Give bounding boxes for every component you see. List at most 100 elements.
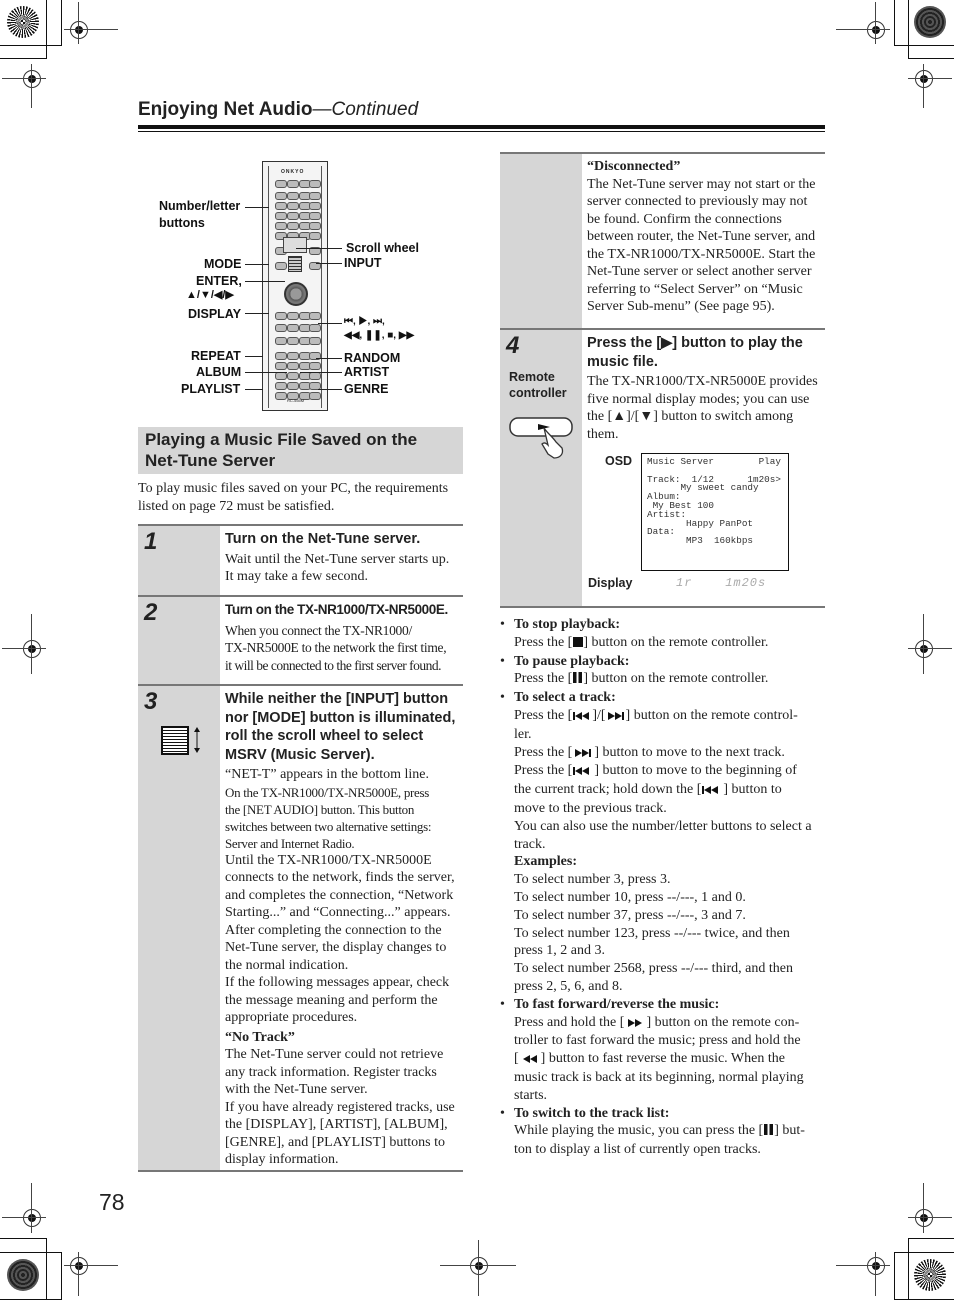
section-heading-text: Playing a Music File Saved on the Net-Tun… xyxy=(145,429,417,471)
tip-fast-forward-reverse: To fast forward/reverse the music: Press… xyxy=(499,996,829,1105)
playback-tips-list: To stop playback: Press the [] button on… xyxy=(499,616,829,1159)
tip-text: While playing the music, you can press t… xyxy=(514,1122,829,1141)
text-fragment: ]/[ xyxy=(592,707,606,723)
osd-label: OSD xyxy=(605,454,633,468)
remote-button xyxy=(287,324,299,332)
leader-line xyxy=(245,389,263,390)
step-number: 2 xyxy=(144,599,158,626)
remote-button xyxy=(309,202,321,210)
osd-screen: Music Server Play Track: 1/12 1m20s> My … xyxy=(641,453,789,571)
step-text: with the Net-Tune server. xyxy=(225,1082,368,1097)
step-body: While neither the [INPUT] button nor [MO… xyxy=(225,690,467,1169)
step-title-line: MSRV (Music Server). xyxy=(225,746,375,763)
step-text: be found. Confirm the connections xyxy=(587,211,782,227)
step-text: Net-Tune server, the display changes to xyxy=(225,940,447,955)
tip-text: Press the [] button to move to the next … xyxy=(514,744,829,763)
remote-lcd xyxy=(283,237,307,253)
step-text: connects to the network, finds the serve… xyxy=(225,870,455,885)
example-line: press 1, 2 and 3. xyxy=(514,943,605,959)
remote-button xyxy=(275,180,287,188)
step-title-line: While neither the [INPUT] button xyxy=(225,691,449,707)
tip-text: ler. xyxy=(514,726,532,742)
text-fragment: the current track; hold down the [ xyxy=(514,782,702,798)
registration-mark xyxy=(470,1257,488,1275)
step-title-line: music file. xyxy=(587,353,658,370)
heading-line-1: Playing a Music File Saved on the xyxy=(145,430,418,449)
tip-text: starts. xyxy=(514,1087,548,1103)
step-1: 1 Turn on the Net-Tune server. Wait unti… xyxy=(138,524,463,596)
tip-text: [] button to fast reverse the music. Whe… xyxy=(514,1050,829,1069)
leader-line xyxy=(318,389,342,390)
text-fragment: ] button on the remote controller. xyxy=(583,634,769,650)
crop-line xyxy=(78,2,79,44)
label-transport-1: ⏮, ▶, ⏭, xyxy=(344,316,385,327)
crop-line xyxy=(875,2,876,44)
label-mode: MODE xyxy=(204,257,242,271)
remote-button xyxy=(309,372,321,380)
heading-line-2: Net-Tune Server xyxy=(145,451,276,470)
crop-line xyxy=(836,29,890,30)
step-table-bottom-rule xyxy=(138,1170,463,1172)
remote-button xyxy=(287,352,299,360)
remote-button xyxy=(287,212,299,220)
step-text: Until the TX-NR1000/TX-NR5000E xyxy=(225,852,432,868)
leader-line xyxy=(245,207,269,208)
section-intro: To play music files saved on your PC, th… xyxy=(138,480,465,515)
crop-line xyxy=(78,1252,79,1296)
remote-controller-illustration: ONKYO RC-555M xyxy=(262,161,328,411)
remote-button xyxy=(309,192,321,200)
registration-mark xyxy=(70,21,88,39)
step-number: 3 xyxy=(144,688,158,715)
stop-icon xyxy=(572,635,584,653)
label-album: ALBUM xyxy=(196,365,242,379)
tip-text: ton to display a list of currently open … xyxy=(514,1142,761,1158)
step-text: the message meaning and perform the xyxy=(225,992,438,1008)
step-text: the [▲]/[▼] button to switch among xyxy=(587,409,794,424)
up-down-arrow-icon xyxy=(194,727,200,753)
text-fragment: Press and hold the [ xyxy=(514,1014,625,1030)
page-header-title: Enjoying Net Audio—Continued xyxy=(138,99,418,121)
step-body: Turn on the Net-Tune server. Wait until … xyxy=(225,530,465,586)
step-text: them. xyxy=(587,426,619,442)
display-readout: 1r 1m20s xyxy=(676,576,767,590)
step-title: Press the [▶] button to play the music f… xyxy=(587,334,829,371)
step-text: between router, the Net-Tune server, and xyxy=(587,229,816,244)
text-fragment: Press the [ xyxy=(514,744,573,760)
remote-button xyxy=(309,392,321,400)
step-text: five normal display modes; you can use xyxy=(587,391,810,407)
text-fragment: ] button to xyxy=(723,782,782,798)
crop-line xyxy=(908,1217,952,1218)
crop-line xyxy=(64,1265,118,1266)
step-3-continued: “Disconnected” The Net-Tune server may n… xyxy=(500,152,825,329)
step-title: Turn on the Net-Tune server. xyxy=(225,531,421,547)
remote-button xyxy=(309,312,321,320)
remote-button xyxy=(287,312,299,320)
step-2: 2 Turn on the TX-NR1000/TX-NR5000E. When… xyxy=(138,595,463,685)
previous-track-icon xyxy=(572,708,592,726)
side-label-line: Remote xyxy=(509,370,555,384)
remote-button xyxy=(275,202,287,210)
previous-track-icon xyxy=(572,763,594,781)
text-fragment: ] button to move to the beginning of xyxy=(594,763,797,779)
next-track-icon xyxy=(572,745,594,763)
tip-select-track: To select a track: Press the []/[] butto… xyxy=(499,689,829,996)
step-number: 4 xyxy=(506,332,520,359)
message-title-disconnected: “Disconnected” xyxy=(587,159,681,174)
remote-button xyxy=(309,222,321,230)
text-fragment: Press the [ xyxy=(514,634,573,650)
leader-line xyxy=(245,356,263,357)
text-fragment: Press the [ xyxy=(514,671,573,687)
remote-button xyxy=(287,372,299,380)
leader-line xyxy=(316,263,342,264)
step-text: After completing the connection to the xyxy=(225,922,442,938)
crop-line xyxy=(908,648,952,649)
crop-line xyxy=(478,1240,479,1296)
step-text: The Net-Tune server may not start or the xyxy=(587,176,816,192)
registration-mark xyxy=(867,1257,885,1275)
leader-line xyxy=(318,323,342,324)
text-fragment: ] button on the remote control- xyxy=(625,707,798,723)
step-text: TX-NR5000E to the network the first time… xyxy=(225,640,447,655)
registration-mark xyxy=(915,1209,933,1227)
step-number: 1 xyxy=(144,528,158,555)
step-text: referring to “Select Server” on “Music xyxy=(587,281,803,297)
